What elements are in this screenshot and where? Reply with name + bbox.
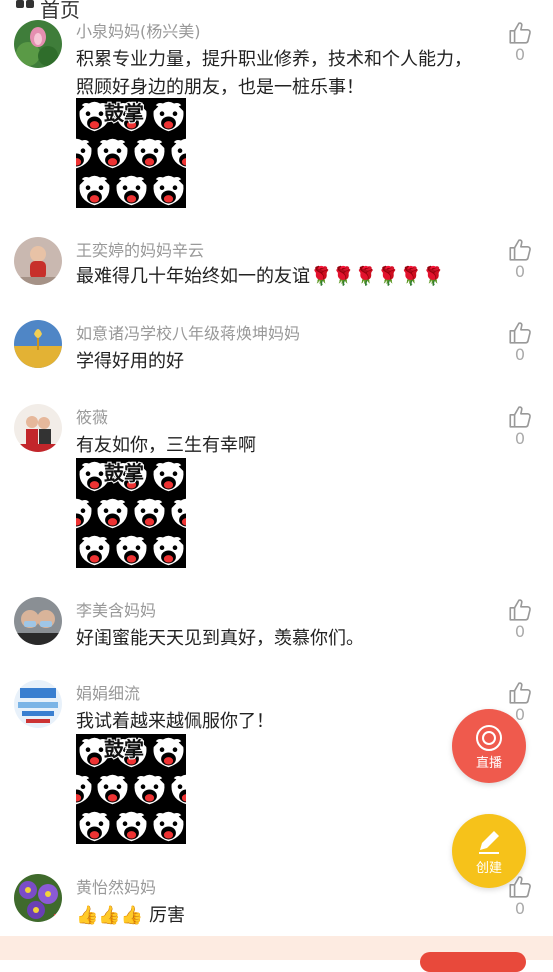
sticker-label: 鼓掌: [103, 100, 145, 126]
like-count: 0: [514, 262, 526, 281]
thumbs-up-icon: [507, 237, 533, 263]
comment-item: 如意诸冯学校八年级蒋焕坤妈妈 学得好用的好 0: [0, 320, 553, 380]
bottom-action-button[interactable]: [420, 952, 526, 972]
clapping-dogs-sticker: 鼓掌: [76, 98, 186, 208]
thumbs-up-icon: [507, 404, 533, 430]
live-button[interactable]: 直播: [452, 709, 526, 783]
like-button[interactable]: 0: [506, 237, 534, 281]
couple-avatar[interactable]: [14, 404, 62, 452]
like-button[interactable]: 0: [506, 597, 534, 641]
live-icon: [476, 725, 502, 751]
comment-author[interactable]: 王奕婷的妈妈辛云: [76, 237, 204, 261]
masked-people-avatar[interactable]: [14, 597, 62, 645]
lotus-avatar[interactable]: [14, 20, 62, 68]
wheat-field-avatar[interactable]: [14, 320, 62, 368]
create-button[interactable]: 创建: [452, 814, 526, 888]
child-avatar[interactable]: [14, 237, 62, 285]
thumbs-up-icon: [507, 20, 533, 46]
thumbs-up-icon: [507, 597, 533, 623]
like-button[interactable]: 0: [506, 20, 534, 64]
like-button[interactable]: 0: [506, 404, 534, 448]
like-count: 0: [514, 622, 526, 641]
poster-avatar[interactable]: [14, 680, 62, 728]
comment-text: 积累专业力量，提升职业修养，技术和个人能力，照顾好身边的朋友，也是一桩乐事！: [76, 49, 472, 98]
like-count: 0: [514, 345, 526, 364]
clapping-dogs-sticker: 鼓掌: [76, 734, 186, 844]
comment-text: 我试着越来越佩服你了！: [76, 711, 274, 732]
comment-text: 好闺蜜能天天见到真好，羡慕你们。: [76, 628, 364, 649]
comment-author[interactable]: 筱薇: [76, 404, 108, 428]
comment-text: 学得好用的好: [76, 351, 184, 372]
bottom-bar: [0, 936, 553, 972]
comment-text: 👍👍👍 厉害: [76, 905, 185, 926]
top-bar: 首页: [0, 0, 553, 22]
comment-author[interactable]: 李美含妈妈: [76, 597, 156, 621]
comment-author[interactable]: 小泉妈妈(杨兴美): [76, 18, 201, 42]
comment-author[interactable]: 娟娟细流: [76, 680, 140, 704]
like-count: 0: [514, 45, 526, 64]
like-button[interactable]: 0: [506, 320, 534, 364]
comment-item: 王奕婷的妈妈辛云 最难得几十年始终如一的友谊🌹🌹🌹🌹🌹🌹 0: [0, 237, 553, 297]
comment-author[interactable]: 如意诸冯学校八年级蒋焕坤妈妈: [76, 320, 300, 344]
comment-item: 筱薇 有友如你，三生有幸啊 鼓掌 0: [0, 404, 553, 574]
pencil-icon: [479, 831, 499, 854]
grid-icon[interactable]: [16, 0, 36, 10]
like-count: 0: [514, 429, 526, 448]
thumbs-up-icon: [507, 320, 533, 346]
comment-text: 最难得几十年始终如一的友谊🌹🌹🌹🌹🌹🌹: [76, 266, 445, 287]
create-label: 创建: [475, 861, 502, 876]
like-count: 0: [514, 899, 526, 918]
thumbs-up-icon: [507, 680, 533, 706]
live-label: 直播: [475, 756, 502, 771]
comment-text: 有友如你，三生有幸啊: [76, 435, 256, 456]
comment-author[interactable]: 黄怡然妈妈: [76, 874, 156, 898]
comment-item: 小泉妈妈(杨兴美) 积累专业力量，提升职业修养，技术和个人能力，照顾好身边的朋友…: [0, 20, 553, 210]
sticker-label: 鼓掌: [103, 736, 145, 762]
purple-flowers-avatar[interactable]: [14, 874, 62, 922]
comment-item: 李美含妈妈 好闺蜜能天天见到真好，羡慕你们。 0: [0, 597, 553, 657]
clapping-dogs-sticker: 鼓掌: [76, 458, 186, 568]
sticker-label: 鼓掌: [103, 460, 145, 486]
